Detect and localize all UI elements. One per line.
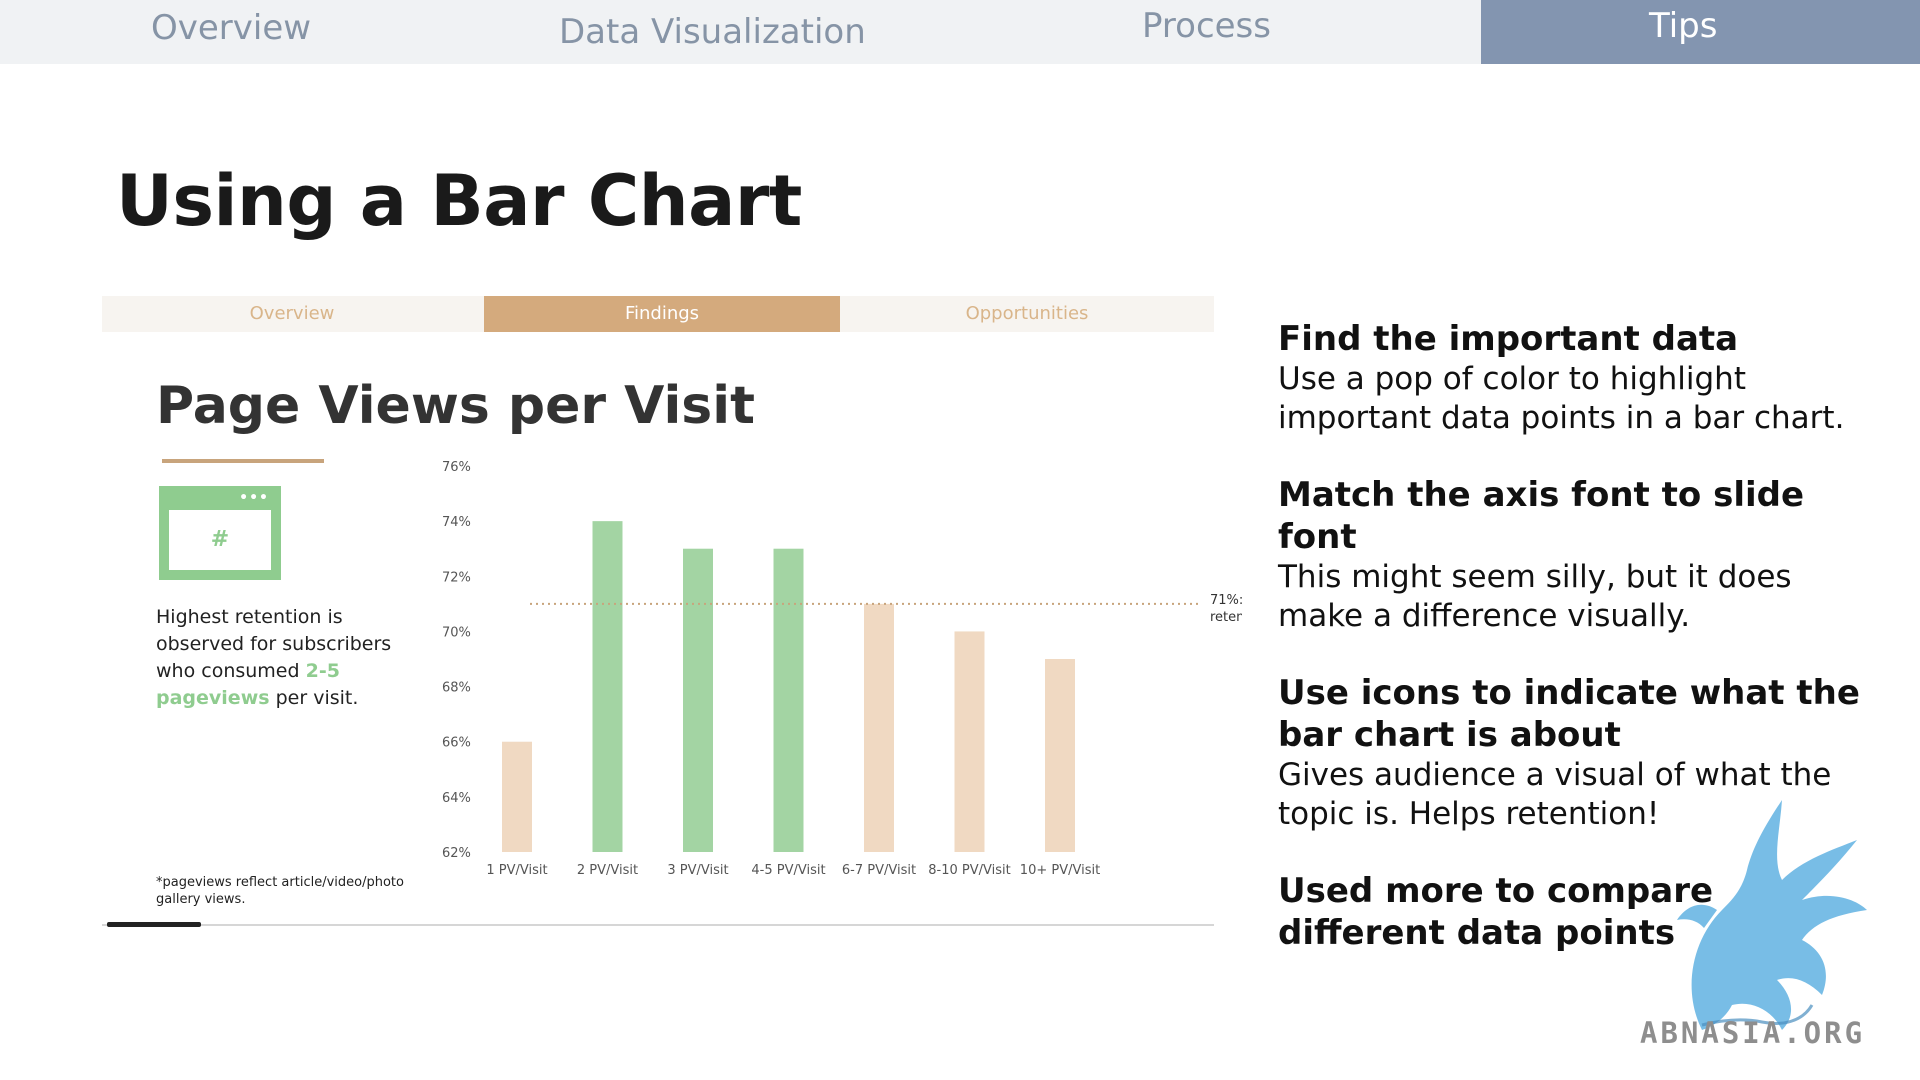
- slide-bottom-rule: [102, 924, 1214, 926]
- tip-heading: Find the important data: [1278, 319, 1739, 359]
- x-tick-label: 1 PV/Visit: [486, 863, 547, 878]
- slide-tab-bar: Overview Findings Opportunities: [102, 296, 1214, 332]
- nav-tab-label: Data Visualization: [559, 12, 866, 52]
- bar: [954, 631, 985, 852]
- y-tick-label: 64%: [442, 791, 471, 806]
- bar: [683, 548, 713, 852]
- tip-body: Use a pop of color to highlight importan…: [1278, 361, 1845, 436]
- x-tick-label: 8-10 PV/Visit: [928, 863, 1010, 878]
- y-tick-label: 76%: [442, 460, 471, 475]
- footnote: *pageviews reflect article/video/photo g…: [156, 875, 404, 907]
- y-tick-label: 70%: [442, 625, 471, 640]
- tip-heading: Match the axis font to slide font: [1278, 475, 1805, 557]
- tip-body: This might seem silly, but it does make …: [1278, 559, 1792, 634]
- x-tick-label: 3 PV/Visit: [667, 863, 728, 878]
- nav-tab-label: Tips: [1649, 6, 1718, 46]
- tip-item: Match the axis font to slide font This m…: [1278, 474, 1878, 636]
- bar: [502, 741, 532, 852]
- reference-line-label: 71%: average: [1210, 593, 1242, 608]
- nav-tab-tips[interactable]: Tips: [1481, 0, 1920, 64]
- bar: [773, 548, 804, 852]
- x-tick-label: 2 PV/Visit: [577, 863, 638, 878]
- reference-line-label: retention rate: [1210, 610, 1242, 625]
- window-content-area: #: [169, 510, 271, 570]
- finding-description: Highest retention is observed for subscr…: [156, 604, 436, 712]
- y-tick-label: 62%: [442, 846, 471, 861]
- y-tick-label: 66%: [442, 736, 471, 751]
- nav-tab-overview[interactable]: Overview: [0, 0, 460, 64]
- bar-chart: 62% 64% 66% 68% 70% 72% 74% 76% 1 PV/Visit 2 PV/V…: [442, 460, 1242, 878]
- description-text-end: per visit.: [269, 687, 359, 709]
- y-tick-label: 74%: [442, 515, 471, 530]
- y-tick-label: 68%: [442, 681, 471, 696]
- nav-tab-process[interactable]: Process: [1060, 0, 1480, 64]
- x-tick-label: 10+ PV/Visit: [1020, 863, 1100, 878]
- nav-tab-data-visualization[interactable]: Data Visualization: [460, 0, 1060, 64]
- y-tick-label: 72%: [442, 570, 471, 585]
- griffin-logo-icon: [1677, 800, 1867, 1030]
- slide-tab-overview[interactable]: Overview: [102, 296, 482, 332]
- title-underline: [162, 459, 324, 463]
- slide-title: Page Views per Visit: [156, 376, 755, 436]
- slide-tab-opportunities[interactable]: Opportunities: [840, 296, 1214, 332]
- bar: [1045, 659, 1075, 852]
- watermark-text: ABNASIA.ORG: [1640, 1016, 1866, 1050]
- window-dots-icon: •••: [239, 490, 269, 506]
- description-text: Highest retention is observed for subscr…: [156, 606, 392, 682]
- hash-icon: #: [210, 527, 230, 552]
- nav-tab-label: Process: [1142, 6, 1271, 46]
- nav-tab-label: Overview: [151, 8, 312, 48]
- tip-heading: Use icons to indicate what the bar chart…: [1278, 673, 1860, 755]
- x-tick-label: 4-5 PV/Visit: [751, 863, 825, 878]
- tip-item: Find the important data Use a pop of col…: [1278, 318, 1878, 438]
- slide-tab-findings[interactable]: Findings: [484, 296, 840, 332]
- slide-progress-bar: [107, 922, 201, 927]
- x-tick-label: 6-7 PV/Visit: [842, 863, 916, 878]
- example-slide: Overview Findings Opportunities Page Vie…: [102, 296, 1242, 927]
- browser-window-icon: ••• #: [159, 486, 281, 580]
- bar: [592, 521, 623, 852]
- bar: [864, 603, 894, 852]
- top-navigation: Overview Data Visualization Process Tips: [0, 0, 1920, 64]
- page-title: Using a Bar Chart: [116, 160, 802, 242]
